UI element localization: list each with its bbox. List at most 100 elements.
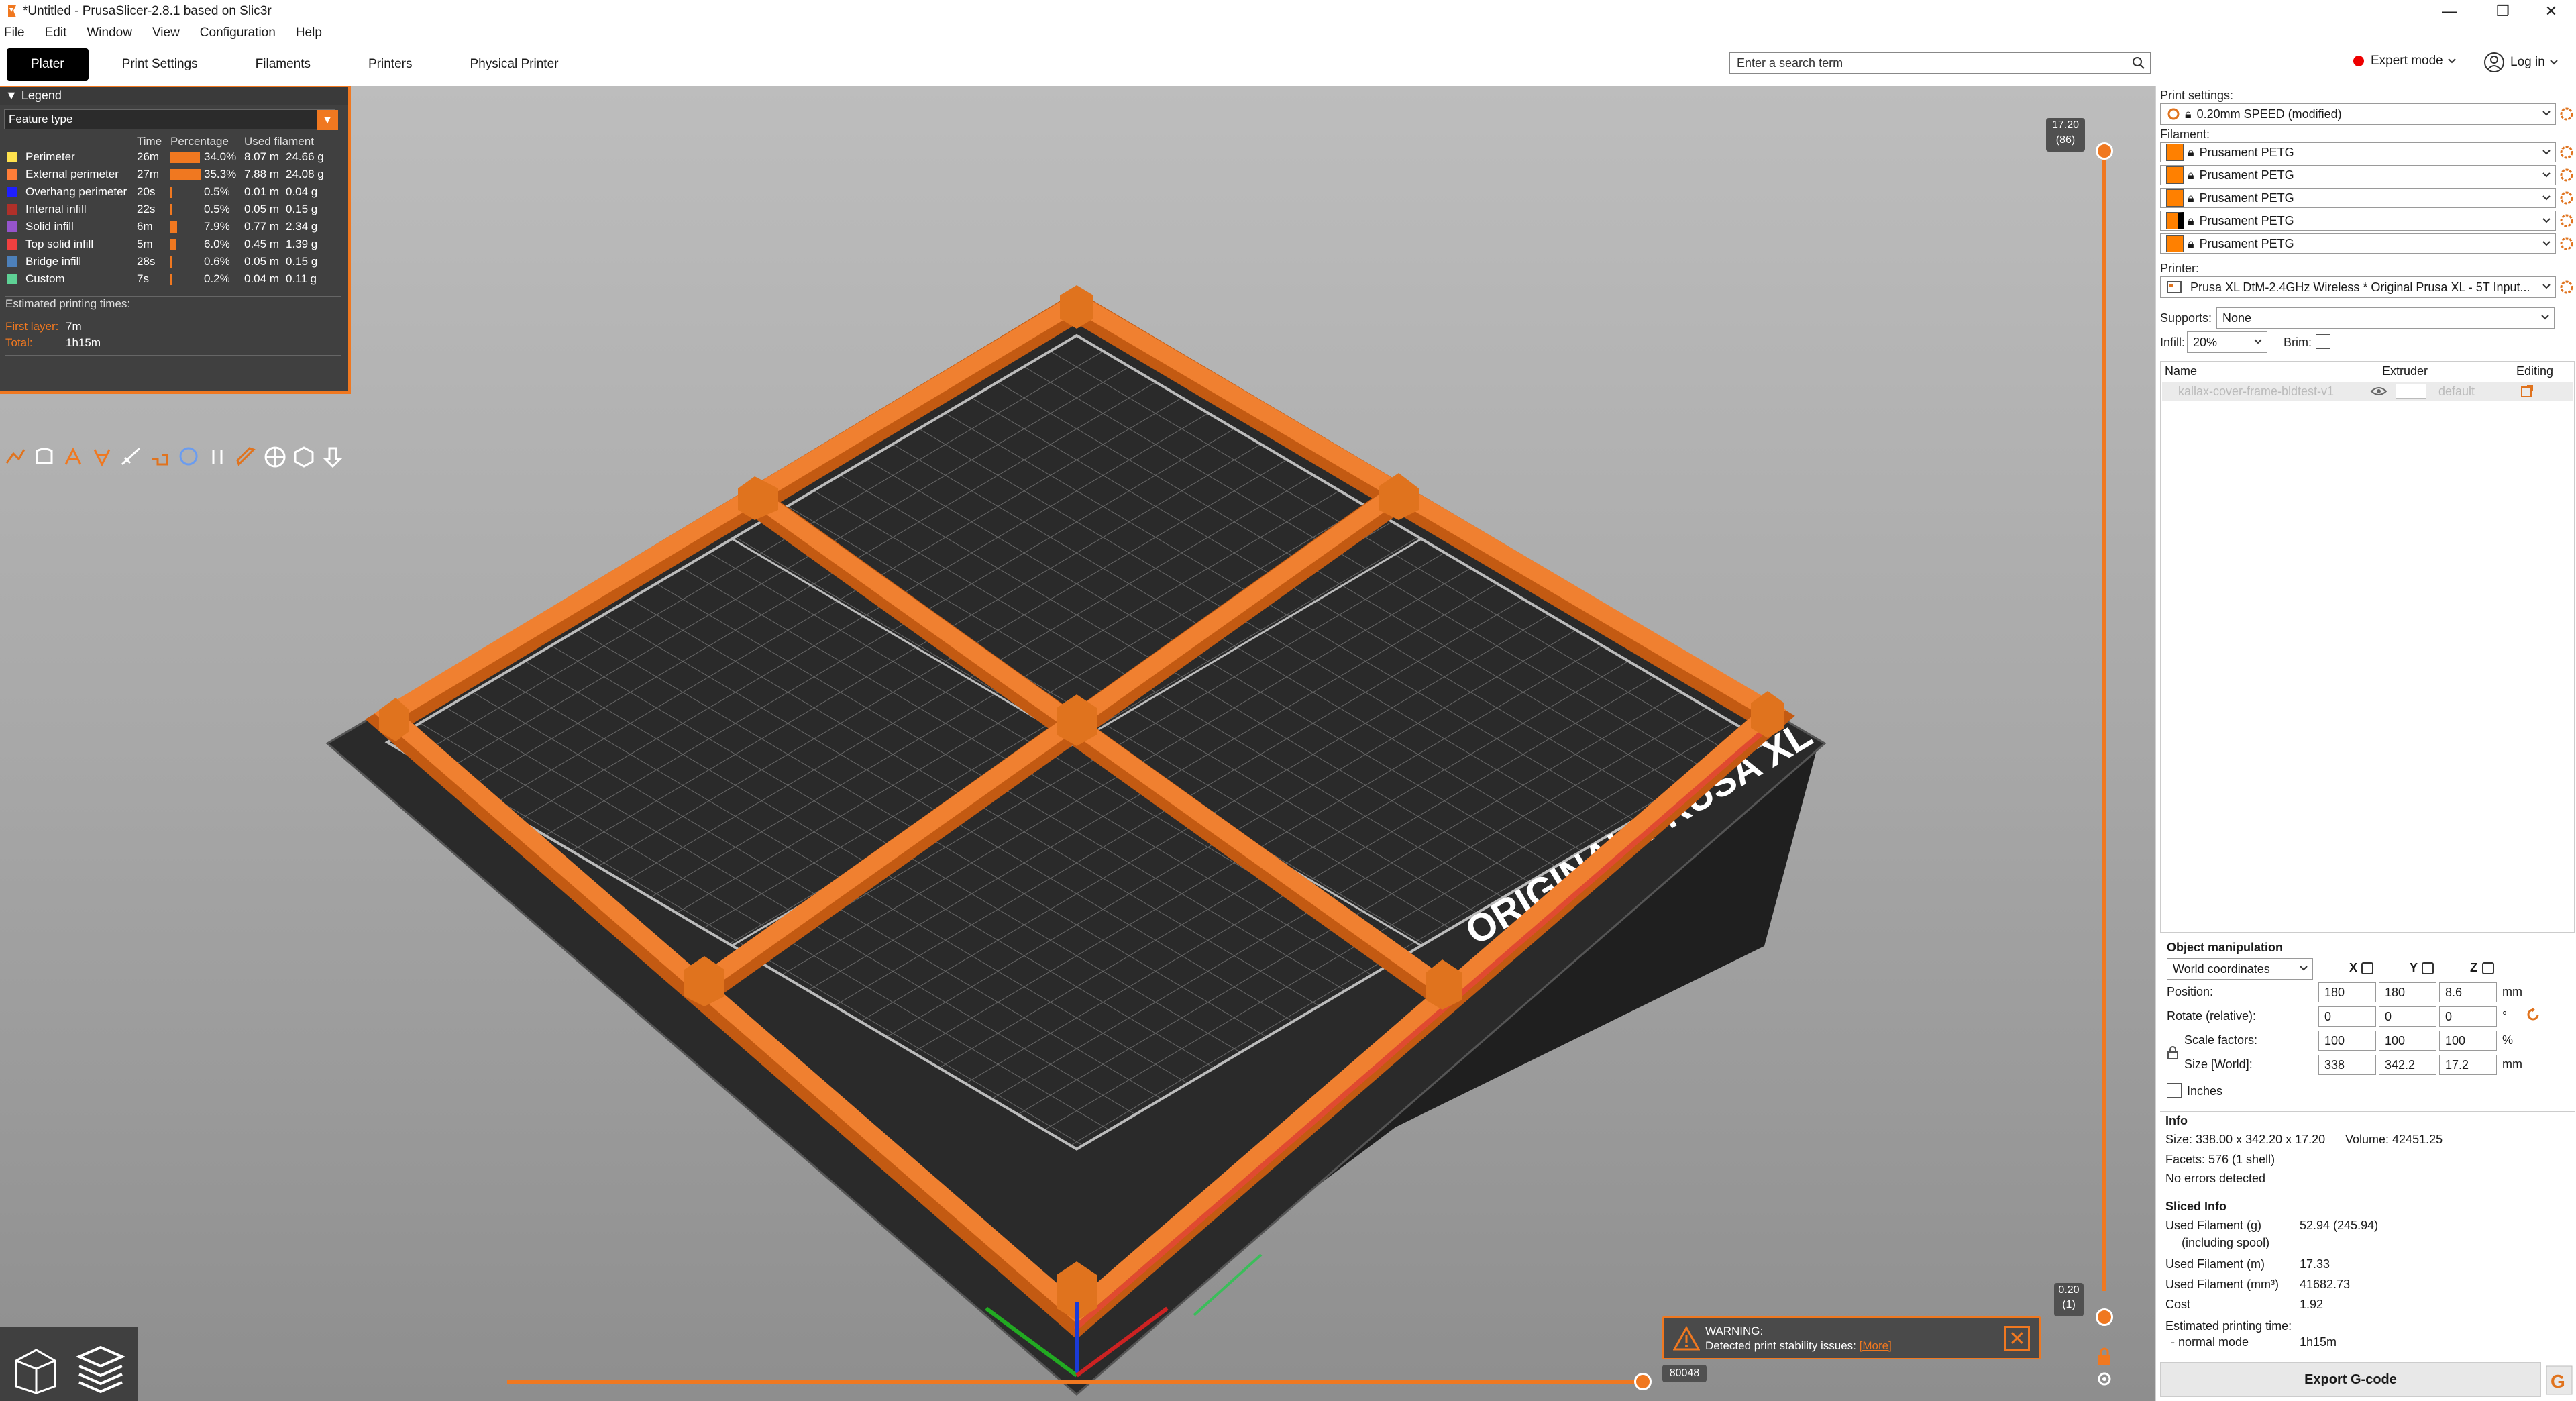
filament-color-swatch[interactable]: [2166, 166, 2184, 184]
search-icon[interactable]: [2131, 56, 2146, 70]
custom-gcode-icon[interactable]: [235, 446, 258, 468]
scale-y-input[interactable]: 100: [2379, 1031, 2436, 1051]
gear-icon[interactable]: [2559, 190, 2575, 206]
gear-icon[interactable]: [2559, 279, 2575, 295]
search-input[interactable]: Enter a search term: [1729, 52, 2151, 74]
move-slider-thumb[interactable]: [1634, 1373, 1652, 1390]
drop-to-bed-icon[interactable]: [2482, 962, 2494, 974]
warning-more-link[interactable]: [More]: [1860, 1339, 1892, 1352]
filament-select-3[interactable]: 🔒︎ Prusament PETG: [2160, 188, 2556, 208]
wipe-icon[interactable]: [33, 446, 56, 468]
center-of-gravity-icon[interactable]: [264, 446, 286, 468]
gear-icon[interactable]: [2559, 167, 2575, 183]
maximize-button[interactable]: ❐: [2481, 0, 2525, 23]
filament-color-swatch[interactable]: [2166, 144, 2184, 161]
lock-icon[interactable]: [2096, 1347, 2113, 1366]
move-slider-track[interactable]: [507, 1380, 1641, 1384]
layer-slider-bottom-thumb[interactable]: [2096, 1308, 2113, 1326]
tab-filaments[interactable]: Filaments: [231, 48, 335, 81]
legend-row[interactable]: Internal infill: [7, 201, 87, 218]
layer-slider-top-thumb[interactable]: [2096, 142, 2113, 160]
supports-select[interactable]: None: [2216, 307, 2555, 329]
object-list[interactable]: Name Extruder Editing kallax-cover-frame…: [2160, 361, 2575, 933]
object-row[interactable]: kallax-cover-frame-bldtest-v1 default: [2162, 382, 2573, 401]
legend-row[interactable]: Bridge infill: [7, 253, 81, 270]
legend-row[interactable]: Top solid infill: [7, 236, 93, 253]
tab-printers[interactable]: Printers: [344, 48, 436, 81]
position-z-input[interactable]: 8.6: [2439, 982, 2497, 1002]
scale-z-input[interactable]: 100: [2439, 1031, 2497, 1051]
warning-close-button[interactable]: ✕: [2004, 1326, 2030, 1351]
inches-checkbox[interactable]: [2167, 1083, 2182, 1098]
seams-icon[interactable]: [119, 446, 142, 468]
menu-window[interactable]: Window: [87, 25, 132, 40]
legend-row[interactable]: Custom: [7, 270, 65, 288]
print-settings-select[interactable]: 🔒︎ 0.20mm SPEED (modified): [2160, 103, 2556, 125]
mode-selector[interactable]: Expert mode: [2353, 54, 2461, 68]
deretractions-icon[interactable]: [91, 446, 113, 468]
scale-x-input[interactable]: 100: [2318, 1031, 2376, 1051]
size-x-input[interactable]: 338: [2318, 1055, 2376, 1075]
coord-system-select[interactable]: World coordinates: [2167, 958, 2313, 980]
view-type-select[interactable]: Feature type ▼: [4, 109, 338, 130]
object-extruder[interactable]: default: [2438, 384, 2475, 399]
menu-edit[interactable]: Edit: [45, 25, 67, 40]
position-y-input[interactable]: 180: [2379, 982, 2436, 1002]
gear-icon[interactable]: [2559, 236, 2575, 252]
filament-select-2[interactable]: 🔒︎ Prusament PETG: [2160, 165, 2556, 185]
collapse-triangle-icon[interactable]: ▼: [5, 89, 17, 103]
object-name[interactable]: kallax-cover-frame-bldtest-v1: [2178, 384, 2334, 399]
legend-row[interactable]: Solid infill: [7, 218, 74, 236]
filament-select-1[interactable]: 🔒︎ Prusament PETG: [2160, 142, 2556, 162]
minimize-button[interactable]: —: [2427, 0, 2471, 23]
printer-select[interactable]: Prusa XL DtM-2.4GHz Wireless * Original …: [2160, 276, 2556, 298]
brim-checkbox[interactable]: [2316, 334, 2330, 349]
reset-rotation-icon[interactable]: [2525, 1006, 2541, 1023]
send-gcode-icon[interactable]: G: [2545, 1365, 2573, 1396]
tab-plater[interactable]: Plater: [7, 48, 89, 81]
close-button[interactable]: ✕: [2529, 0, 2573, 23]
gear-icon[interactable]: [2559, 106, 2575, 122]
tab-physical-printer[interactable]: Physical Printer: [445, 48, 582, 81]
size-y-input[interactable]: 342.2: [2379, 1055, 2436, 1075]
rotate-x-input[interactable]: 0: [2318, 1006, 2376, 1027]
shells-icon[interactable]: [292, 446, 315, 468]
layer-slider-track[interactable]: [2102, 150, 2106, 1291]
menu-help[interactable]: Help: [296, 25, 322, 40]
retractions-icon[interactable]: [62, 446, 85, 468]
preview-layers-icon[interactable]: [74, 1342, 126, 1394]
size-z-input[interactable]: 17.2: [2439, 1055, 2497, 1075]
filament-select-4[interactable]: 🔒︎ Prusament PETG: [2160, 211, 2556, 231]
settings-cog-icon[interactable]: [2096, 1370, 2113, 1388]
position-x-input[interactable]: 180: [2318, 982, 2376, 1002]
menu-view[interactable]: View: [152, 25, 180, 40]
export-gcode-button[interactable]: Export G-code: [2160, 1362, 2541, 1397]
drop-to-bed-icon[interactable]: [2422, 962, 2434, 974]
3d-view-icon[interactable]: [9, 1342, 62, 1394]
menu-file[interactable]: File: [4, 25, 25, 40]
gear-icon[interactable]: [2559, 213, 2575, 229]
legend-row[interactable]: Perimeter: [7, 148, 75, 166]
lock-icon[interactable]: [2167, 1045, 2179, 1060]
gear-icon[interactable]: [2559, 144, 2575, 160]
infill-select[interactable]: 20%: [2187, 331, 2267, 353]
drop-to-bed-icon[interactable]: [2361, 962, 2373, 974]
tool-marker-icon[interactable]: [321, 446, 344, 468]
dropdown-arrow-icon[interactable]: ▼: [317, 110, 338, 130]
filament-color-swatch[interactable]: [2166, 212, 2184, 229]
tab-print-settings[interactable]: Print Settings: [98, 48, 222, 81]
edit-icon[interactable]: [2520, 384, 2534, 398]
rotate-z-input[interactable]: 0: [2439, 1006, 2497, 1027]
filament-color-swatch[interactable]: [2166, 235, 2184, 252]
menu-configuration[interactable]: Configuration: [200, 25, 276, 40]
login-button[interactable]: Log in: [2483, 52, 2563, 73]
travel-icon[interactable]: [4, 446, 27, 468]
rotate-y-input[interactable]: 0: [2379, 1006, 2436, 1027]
extruder-color-swatch[interactable]: [2396, 384, 2426, 399]
legend-header[interactable]: ▼ Legend: [0, 87, 348, 105]
legend-row[interactable]: Overhang perimeter: [7, 183, 127, 201]
color-changes-icon[interactable]: [177, 446, 200, 468]
tool-changes-icon[interactable]: [148, 446, 171, 468]
filament-color-swatch[interactable]: [2166, 189, 2184, 207]
legend-row[interactable]: External perimeter: [7, 166, 119, 183]
